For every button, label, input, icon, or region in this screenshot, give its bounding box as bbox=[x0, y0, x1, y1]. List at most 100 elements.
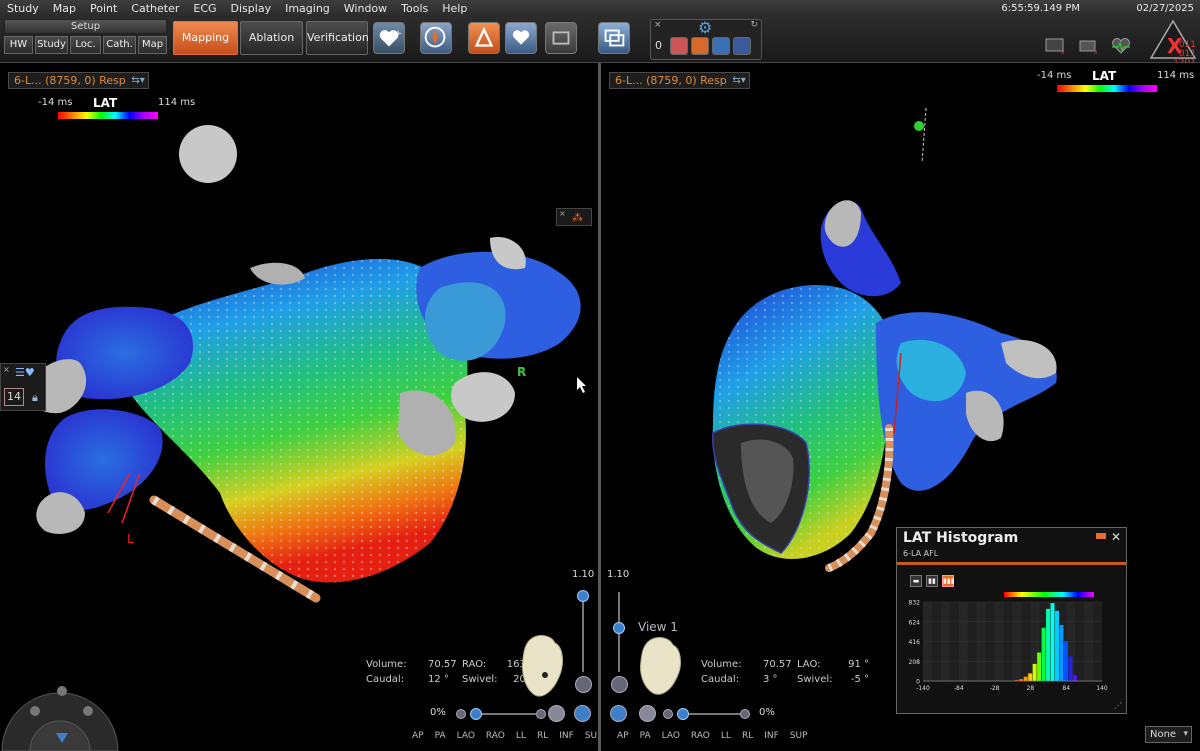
right-view-rao[interactable]: RAO bbox=[691, 731, 710, 741]
compass-icon[interactable] bbox=[420, 22, 452, 54]
pin-icon[interactable] bbox=[1096, 533, 1106, 539]
rotate-view-icon[interactable] bbox=[574, 705, 591, 722]
sphere-view-icon[interactable] bbox=[548, 705, 565, 722]
setup-map-button[interactable]: Map bbox=[138, 36, 167, 54]
right-view-ll[interactable]: LL bbox=[721, 731, 731, 741]
record-icon[interactable] bbox=[670, 37, 688, 55]
right-view-sup[interactable]: SUP bbox=[790, 731, 808, 741]
left-lat-colorbar: -14 ms LAT 114 ms bbox=[38, 96, 198, 127]
lat-histogram-panel[interactable]: LAT Histogram ✕ 6-LA AFL ▬ ▮▮ ▮▮▮ 832 624… bbox=[896, 527, 1127, 714]
close-icon[interactable]: × bbox=[654, 20, 662, 30]
left-anatomy-map[interactable]: R L bbox=[0, 63, 598, 751]
single-bar-icon[interactable]: ▬ bbox=[910, 575, 922, 587]
nav-up-icon[interactable] bbox=[57, 686, 67, 696]
histogram-bar bbox=[1028, 673, 1033, 681]
grid-points-icon[interactable]: ⁂ bbox=[572, 211, 583, 224]
left-tool-number[interactable]: 14 bbox=[4, 388, 24, 406]
right-view-inf[interactable]: INF bbox=[764, 731, 779, 741]
left-view-ap[interactable]: AP bbox=[412, 731, 424, 741]
setup-cath-button[interactable]: Cath. bbox=[103, 36, 136, 54]
setup-loc-button[interactable]: Loc. bbox=[70, 36, 101, 54]
histogram-x-tick: -84 bbox=[954, 685, 964, 692]
menu-tools[interactable]: Tools bbox=[394, 0, 435, 17]
right-view-pa[interactable]: PA bbox=[640, 731, 651, 741]
window-layout-icon[interactable] bbox=[598, 22, 630, 54]
right-zoom-knob[interactable] bbox=[613, 622, 625, 634]
right-reset-view-icon[interactable] bbox=[611, 676, 628, 693]
left-translucency-slider[interactable] bbox=[466, 707, 536, 721]
menu-study[interactable]: Study bbox=[0, 0, 46, 17]
setup-label[interactable]: Setup bbox=[4, 19, 167, 34]
histogram-bar bbox=[1063, 641, 1068, 681]
menu-help[interactable]: Help bbox=[435, 0, 474, 17]
left-view-lao[interactable]: LAO bbox=[457, 731, 475, 741]
heart-status-icon[interactable] bbox=[1110, 37, 1132, 55]
left-zoom-knob[interactable] bbox=[577, 590, 589, 602]
right-view-ap[interactable]: AP bbox=[617, 731, 629, 741]
ablation-button[interactable]: Ablation bbox=[240, 21, 303, 55]
left-view-pa[interactable]: PA bbox=[435, 731, 446, 741]
resize-grip-icon[interactable]: ⋰ bbox=[1114, 701, 1122, 710]
menu-imaging[interactable]: Imaging bbox=[278, 0, 337, 17]
verification-button[interactable]: Verification bbox=[306, 21, 369, 55]
menu-window[interactable]: Window bbox=[337, 0, 394, 17]
right-map-select[interactable]: 6-L... (8759, 0) Resp ⇆▾ bbox=[609, 72, 750, 89]
setup-hw-button[interactable]: HW bbox=[4, 36, 33, 54]
refresh-icon[interactable]: ↻ bbox=[750, 20, 758, 30]
tag-icon[interactable] bbox=[691, 37, 709, 55]
minus-icon[interactable] bbox=[456, 709, 466, 719]
right-translucency-knob[interactable] bbox=[677, 708, 689, 720]
left-translucency-knob[interactable] bbox=[470, 708, 482, 720]
gear-icon[interactable]: ⚙ bbox=[698, 18, 712, 37]
overlay-select[interactable]: None ▾ bbox=[1145, 726, 1192, 743]
mapping-button[interactable]: Mapping bbox=[173, 21, 238, 55]
left-view-sup[interactable]: SUP bbox=[585, 731, 598, 741]
nav-left-icon[interactable] bbox=[30, 706, 40, 716]
catheter-icon[interactable] bbox=[733, 37, 751, 55]
right-view-lao[interactable]: LAO bbox=[662, 731, 680, 741]
menu-ecg[interactable]: ECG bbox=[186, 0, 223, 17]
close-icon[interactable]: ✕ bbox=[1111, 530, 1121, 544]
plus-icon[interactable] bbox=[740, 709, 750, 719]
anatomy-icon[interactable] bbox=[468, 22, 500, 54]
navigation-pad[interactable] bbox=[0, 683, 120, 751]
point-tools[interactable]: × ⁂ bbox=[556, 208, 592, 226]
device-icon[interactable]: x bbox=[1078, 37, 1100, 56]
triple-bar-icon[interactable]: ▮▮▮ bbox=[942, 575, 955, 587]
sys-count: 0 bbox=[655, 39, 662, 52]
lock-icon[interactable]: 🔒︎ bbox=[32, 391, 38, 405]
right-view-rl[interactable]: RL bbox=[742, 731, 753, 741]
minus-icon[interactable] bbox=[663, 709, 673, 719]
left-view-ll[interactable]: LL bbox=[516, 731, 526, 741]
close-icon[interactable]: × bbox=[559, 209, 566, 218]
double-bar-icon[interactable]: ▮▮ bbox=[926, 575, 938, 587]
left-map-select[interactable]: 6-L... (8759, 0) Resp ⇆▾ bbox=[8, 72, 149, 89]
left-view-rao[interactable]: RAO bbox=[486, 731, 505, 741]
menu-catheter[interactable]: Catheter bbox=[124, 0, 186, 17]
heart-plus-icon[interactable]: + bbox=[373, 22, 405, 54]
heart-list-icon[interactable]: ☰♥ bbox=[15, 366, 35, 379]
screen-icon[interactable] bbox=[545, 22, 577, 54]
menu-point[interactable]: Point bbox=[83, 0, 124, 17]
left-heart-orientation-icon[interactable] bbox=[517, 633, 569, 703]
histogram-bar bbox=[1041, 627, 1046, 681]
right-sphere-view-icon[interactable] bbox=[639, 705, 656, 722]
right-translucency-slider[interactable] bbox=[673, 707, 743, 721]
right-heart-orientation-icon[interactable] bbox=[637, 635, 685, 701]
close-icon[interactable]: × bbox=[3, 365, 10, 374]
left-reset-view-icon[interactable] bbox=[575, 676, 592, 693]
plus-icon[interactable] bbox=[536, 709, 546, 719]
left-side-tool[interactable]: × ☰♥ 14 🔒︎ bbox=[0, 363, 46, 411]
left-viewport[interactable]: R L 6-L... (8759, 0) Resp ⇆▾ -14 ms LAT … bbox=[0, 63, 598, 751]
left-view-inf[interactable]: INF bbox=[559, 731, 574, 741]
nav-right-icon[interactable] bbox=[83, 706, 93, 716]
menu-map[interactable]: Map bbox=[46, 0, 83, 17]
left-view-rl[interactable]: RL bbox=[537, 731, 548, 741]
heart-map-icon[interactable] bbox=[505, 22, 537, 54]
setup-study-button[interactable]: Study bbox=[35, 36, 68, 54]
right-rotate-view-icon[interactable] bbox=[610, 705, 627, 722]
sphere-icon[interactable] bbox=[712, 37, 730, 55]
menu-display[interactable]: Display bbox=[224, 0, 279, 17]
monitor-icon[interactable]: x bbox=[1045, 37, 1067, 56]
svg-text:+: + bbox=[395, 28, 402, 38]
